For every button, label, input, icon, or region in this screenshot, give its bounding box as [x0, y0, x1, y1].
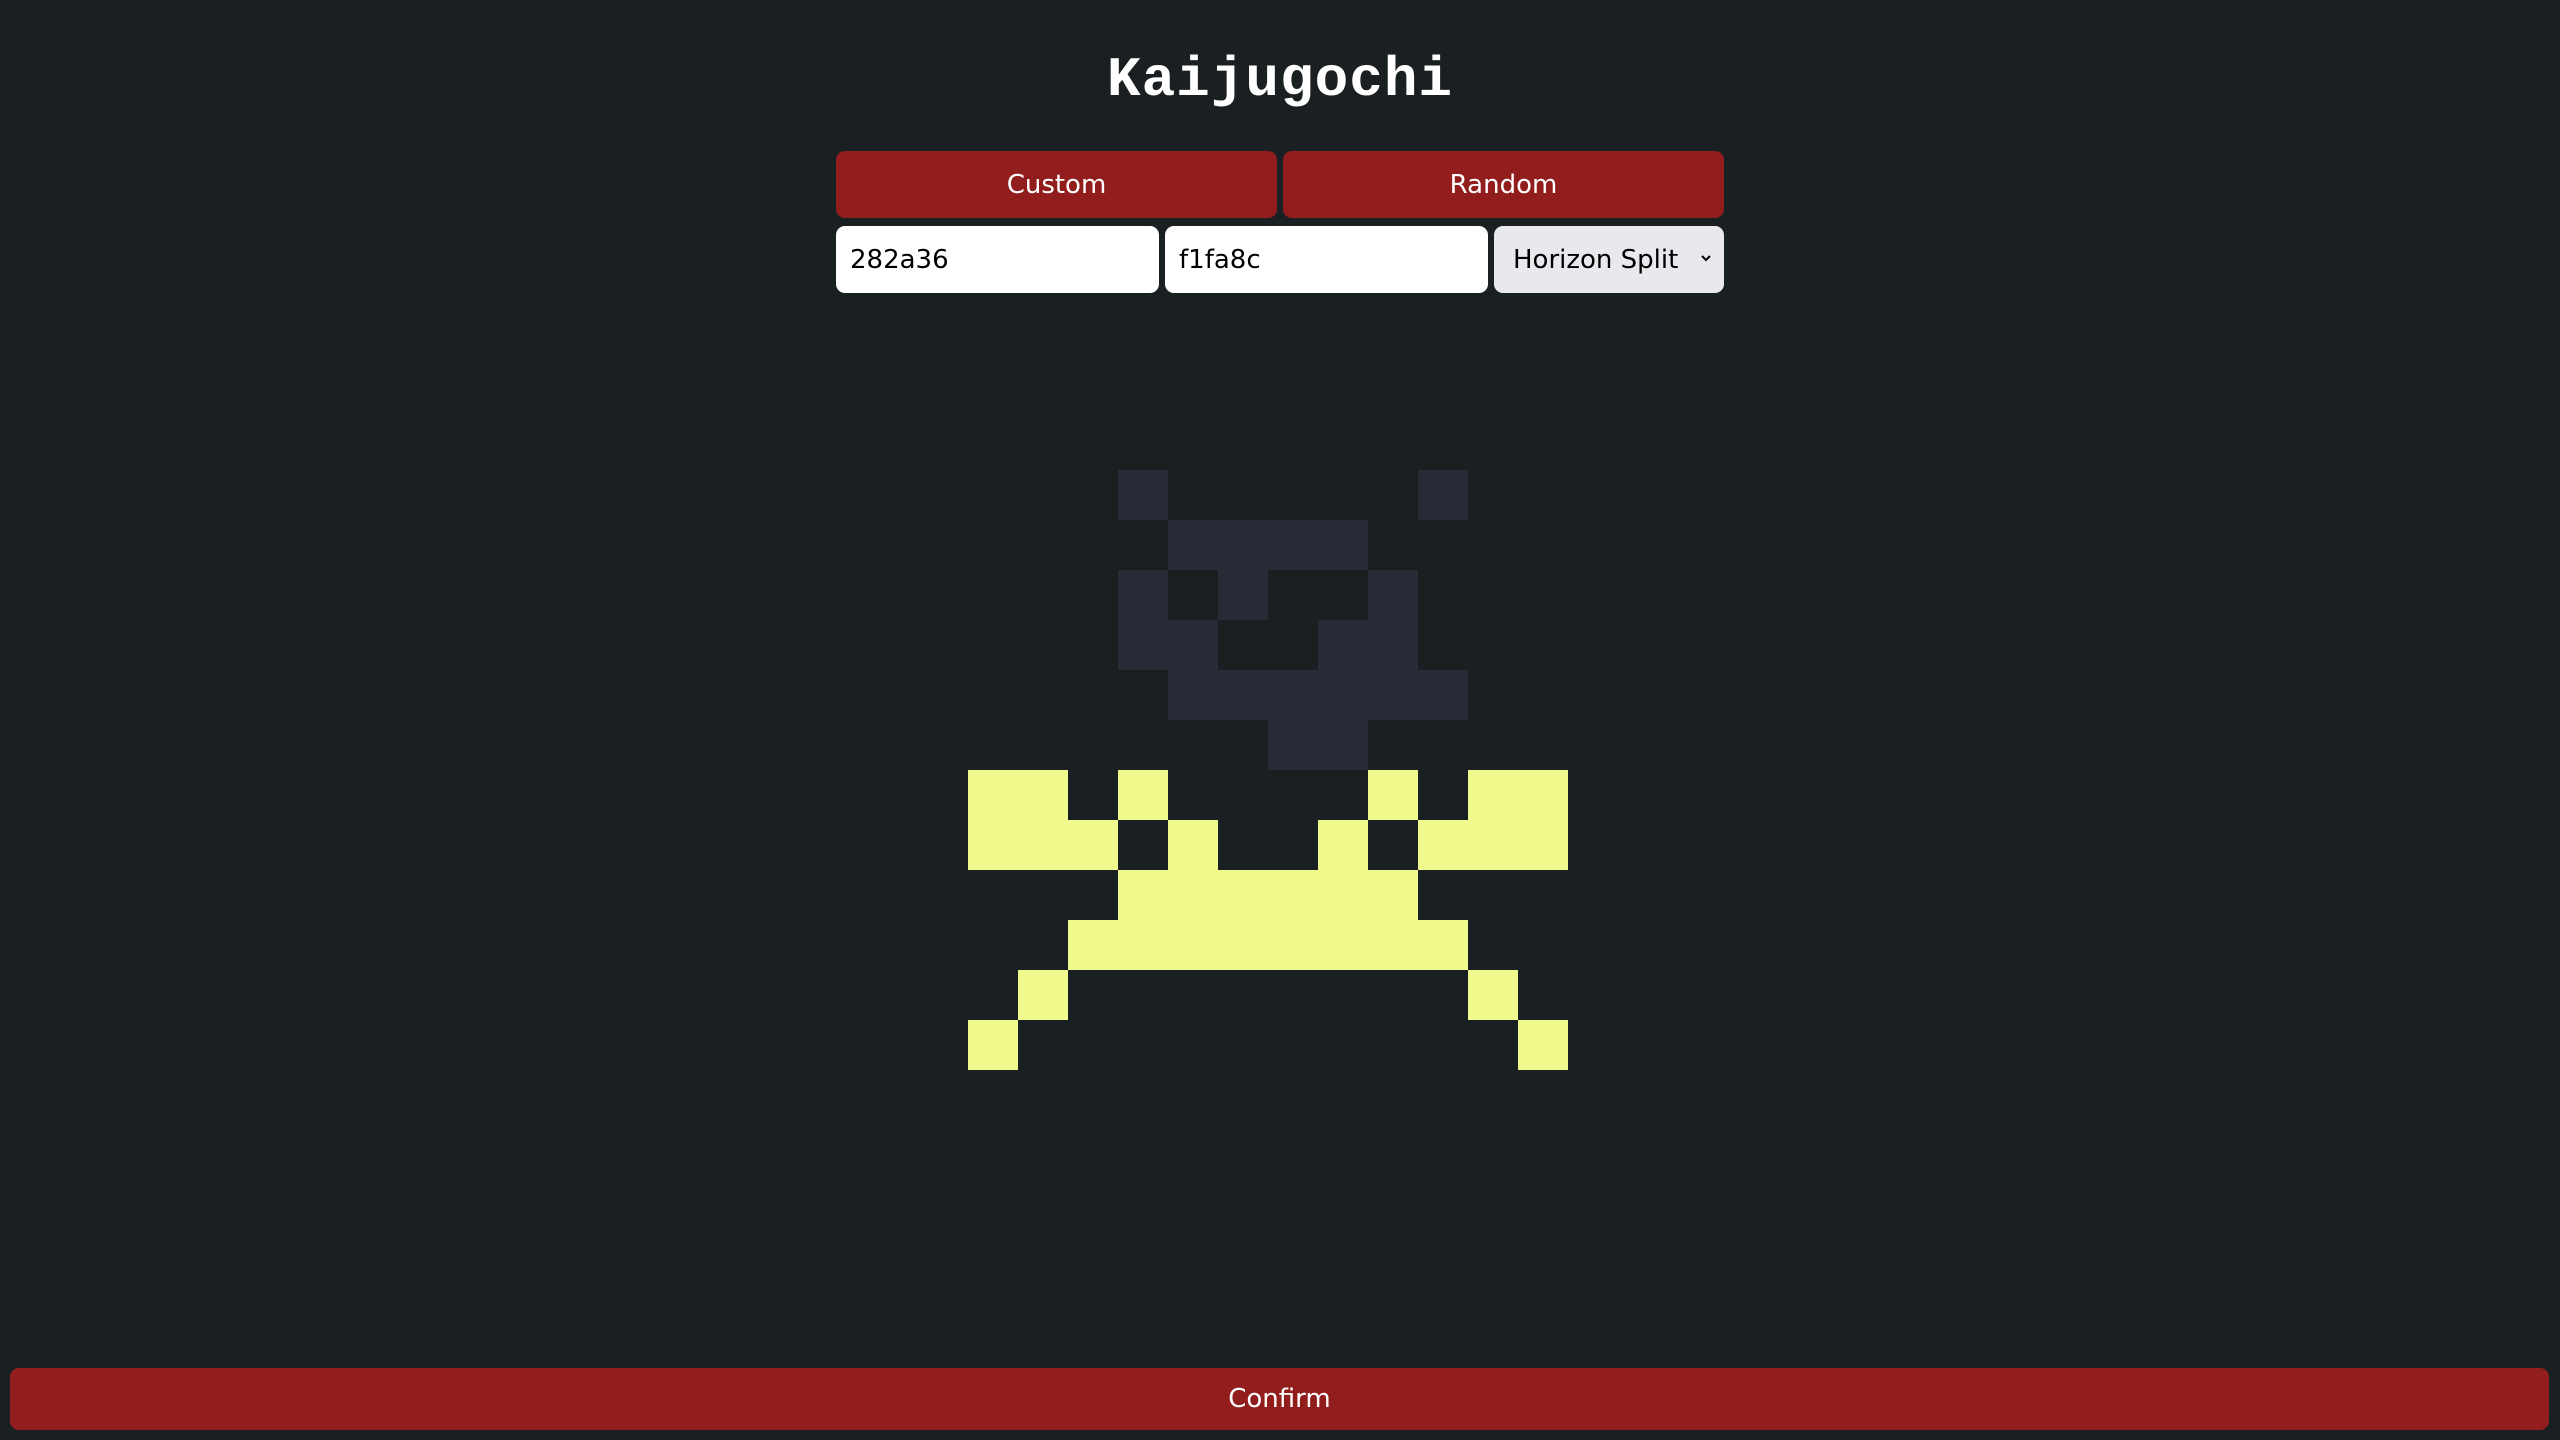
sprite-pixel [1268, 670, 1318, 720]
sprite-pixel [968, 770, 1018, 820]
sprite-pixel [1168, 520, 1218, 570]
sprite-pixel [1318, 520, 1368, 570]
sprite-pixel [1018, 820, 1068, 870]
sprite-pixel [1318, 820, 1368, 870]
sprite-pixel [1168, 620, 1218, 670]
sprite-pixel [1168, 870, 1218, 920]
sprite-pixel [1118, 620, 1168, 670]
sprite-pixel [1318, 670, 1368, 720]
sprite-pixel [1168, 670, 1218, 720]
sprite-pixel [1118, 870, 1168, 920]
sprite-pixel [1118, 470, 1168, 520]
sprite-pixel [968, 820, 1018, 870]
sprite-pixel [1168, 920, 1218, 970]
sprite-pixel [1368, 870, 1418, 920]
sprite-pixel [1268, 720, 1318, 770]
sprite-pixel [1118, 770, 1168, 820]
sprite-pixel [1468, 820, 1518, 870]
pattern-select[interactable]: Horizon Split [1494, 226, 1724, 293]
sprite-pixel [1368, 670, 1418, 720]
sprite-pixel [1418, 820, 1468, 870]
sprite-pixel [1268, 920, 1318, 970]
sprite-pixel [1468, 970, 1518, 1020]
pattern-select-value: Horizon Split [1513, 244, 1679, 275]
secondary-color-input[interactable] [1165, 226, 1488, 293]
custom-button[interactable]: Custom [836, 151, 1277, 218]
sprite-pixel [1518, 820, 1568, 870]
sprite-pixel [1118, 920, 1168, 970]
sprite-pixel [1468, 770, 1518, 820]
sprite-pixel [1418, 470, 1468, 520]
sprite-pixel [1368, 770, 1418, 820]
sprite-pixel [1368, 620, 1418, 670]
sprite-pixel [1418, 670, 1468, 720]
confirm-button[interactable]: Confirm [10, 1368, 2549, 1430]
sprite-pixel [1368, 570, 1418, 620]
random-button[interactable]: Random [1283, 151, 1724, 218]
sprite-pixel [1418, 920, 1468, 970]
sprite-pixel [1218, 520, 1268, 570]
sprite-pixel [1368, 920, 1418, 970]
sprite-pixel [1068, 920, 1118, 970]
sprite-pixel [1068, 820, 1118, 870]
sprite-pixel [1218, 670, 1268, 720]
chevron-down-icon [1701, 254, 1711, 261]
sprite-pixel [1218, 920, 1268, 970]
sprite-pixel [1168, 820, 1218, 870]
sprite-pixel [1318, 920, 1368, 970]
sprite-pixel [1118, 570, 1168, 620]
sprite-pixel [1318, 720, 1368, 770]
sprite-pixel [1518, 770, 1568, 820]
sprite-pixel [1268, 520, 1318, 570]
sprite-pixel [1018, 970, 1068, 1020]
sprite-pixel [1318, 620, 1368, 670]
sprite-pixel [1318, 870, 1368, 920]
sprite-pixel [1268, 870, 1318, 920]
sprite-pixel [1518, 1020, 1568, 1070]
primary-color-input[interactable] [836, 226, 1159, 293]
kaiju-sprite [968, 470, 1568, 1070]
sprite-pixel [968, 1020, 1018, 1070]
app-title: Kaijugochi [1106, 48, 1454, 112]
sprite-pixel [1218, 570, 1268, 620]
sprite-pixel [1018, 770, 1068, 820]
sprite-pixel [1218, 870, 1268, 920]
